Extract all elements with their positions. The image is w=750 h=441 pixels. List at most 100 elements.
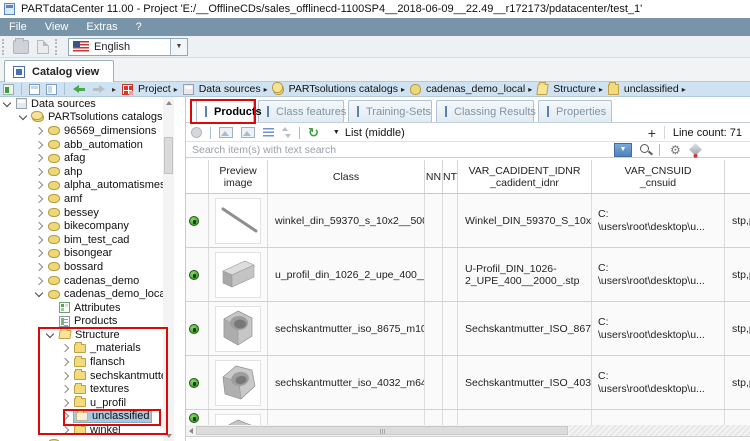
menu-extras[interactable]: Extras xyxy=(77,18,126,36)
chevron-right-icon[interactable] xyxy=(34,262,44,272)
tree-item-bikecompany[interactable]: bikecompany xyxy=(0,219,163,233)
chevron-right-icon[interactable] xyxy=(34,167,44,177)
column-header-preview[interactable]: Preview image xyxy=(209,160,268,193)
breadcrumb-item-data-sources[interactable]: Data sources ▸ xyxy=(180,83,270,95)
tab-catalog-view[interactable]: Catalog view xyxy=(4,60,115,82)
breadcrumb-caret[interactable]: ▸ xyxy=(112,85,116,94)
tree-scrollbar-thumb[interactable] xyxy=(164,137,173,174)
single-pane-icon[interactable] xyxy=(29,83,40,95)
sort-icon[interactable] xyxy=(282,127,291,138)
chevron-right-icon[interactable] xyxy=(34,181,44,190)
chevron-right-icon[interactable] xyxy=(34,208,44,217)
tree-item-bim-test-cad[interactable]: bim_test_cad xyxy=(0,233,163,247)
chevron-right-icon[interactable] xyxy=(34,235,44,244)
tree-item-flansch[interactable]: flansch xyxy=(0,355,163,369)
list-view-icon[interactable] xyxy=(263,128,274,137)
chevron-right-icon[interactable] xyxy=(34,153,44,163)
column-header-lock[interactable] xyxy=(186,160,209,193)
chevron-right-icon[interactable] xyxy=(60,371,70,380)
chevron-down-icon[interactable] xyxy=(2,98,12,108)
add-button[interactable]: + xyxy=(640,125,664,141)
tree-item-cadenas-demo-local[interactable]: cadenas_demo_local xyxy=(0,287,163,301)
tree-item-winkel[interactable]: winkel xyxy=(0,423,163,437)
search-dropdown-button[interactable]: ▼ xyxy=(614,142,632,157)
chevron-right-icon[interactable] xyxy=(34,249,44,258)
tree-item-96569-dimensions[interactable]: 96569_dimensions xyxy=(0,124,163,138)
tree-item-partsolutions-catalogs[interactable]: PARTsolutions catalogs xyxy=(0,110,163,125)
column-header-cnsuid[interactable]: VAR_CNSUID _cnsuid xyxy=(592,160,725,193)
tree-item-amf[interactable]: amf xyxy=(0,192,163,206)
refresh-icon[interactable]: ↻ xyxy=(308,126,319,139)
tab-properties[interactable]: Properties xyxy=(538,100,612,122)
filter-icon[interactable] xyxy=(688,143,702,156)
tree-item-alpha-automatismes[interactable]: alpha_automatismes xyxy=(0,179,163,193)
column-header-cadident[interactable]: VAR_CADIDENT_IDNR _cadident_idnr xyxy=(458,160,592,193)
column-header-class[interactable]: Class xyxy=(268,160,425,193)
tree-item-bessey[interactable]: bessey xyxy=(0,206,163,220)
chevron-right-icon[interactable] xyxy=(34,126,44,136)
table-row[interactable]: u_profil_din_1026_2_upe_400__2000_.stp.p… xyxy=(186,248,750,302)
tab-class-features[interactable]: Class features xyxy=(258,100,346,122)
tab-classing-results[interactable]: Classing Results xyxy=(436,100,536,122)
import-image-icon[interactable] xyxy=(241,127,255,138)
table-row-partial[interactable] xyxy=(186,410,750,425)
tree-item-products[interactable]: Products xyxy=(0,315,163,329)
tree-item-data-sources[interactable]: Data sources xyxy=(0,97,163,111)
tree-item-abb-automation[interactable]: abb_automation xyxy=(0,138,163,152)
chevron-right-icon[interactable] xyxy=(60,425,70,435)
scrollbar-thumb[interactable] xyxy=(196,426,568,435)
scrollbar-track[interactable] xyxy=(569,425,750,436)
table-horizontal-scrollbar[interactable] xyxy=(186,425,750,436)
menu-help[interactable]: ? xyxy=(127,18,151,36)
breadcrumb-item-partsolutions-catalogs[interactable]: PARTsolutions catalogs ▸ xyxy=(270,81,407,95)
gear-icon[interactable]: ⚙ xyxy=(670,143,681,157)
tree-item-attributes[interactable]: Attributes xyxy=(0,301,163,315)
chevron-right-icon[interactable] xyxy=(34,140,44,149)
scroll-left-icon[interactable] xyxy=(186,425,196,436)
language-dropdown-button[interactable]: ▼ xyxy=(170,38,187,55)
breadcrumb-item-unclassified[interactable]: unclassified ▸ xyxy=(605,81,688,95)
chevron-right-icon[interactable] xyxy=(60,398,70,408)
chevron-right-icon[interactable] xyxy=(34,221,44,231)
back-arrow-icon[interactable] xyxy=(72,84,86,94)
tree-item-u-profil[interactable]: u_profil xyxy=(0,396,163,410)
tree-item-bisongear[interactable]: bisongear xyxy=(0,247,163,261)
menu-file[interactable]: File xyxy=(0,18,36,36)
search-input[interactable] xyxy=(186,142,614,157)
scroll-up-icon[interactable] xyxy=(163,97,174,108)
split-pane-icon[interactable] xyxy=(46,83,57,95)
chevron-down-icon[interactable] xyxy=(18,112,28,121)
search-icon[interactable] xyxy=(640,144,649,153)
tab-training-sets[interactable]: Training-Sets xyxy=(348,100,432,122)
breadcrumb-item-project[interactable]: Project ▸ xyxy=(119,83,180,95)
chevron-right-icon[interactable] xyxy=(60,357,70,367)
tree-item-ahp[interactable]: ahp xyxy=(0,165,163,179)
column-header-nt[interactable]: NT xyxy=(443,160,458,193)
language-select[interactable]: English ▼ xyxy=(68,37,188,56)
tree-item-partial[interactable] xyxy=(0,437,163,441)
view-mode-caret-icon[interactable]: ▼ xyxy=(333,129,340,136)
chevron-right-icon[interactable] xyxy=(60,412,70,421)
table-row[interactable]: winkel_din_59370_s_10x2__500_.stp.prj Wi… xyxy=(186,194,750,248)
tree-item-structure[interactable]: Structure xyxy=(0,328,163,342)
tree-item-materials[interactable]: _materials xyxy=(0,341,163,356)
tree-item-afag[interactable]: afag xyxy=(0,151,163,165)
tree-item-unclassified[interactable]: unclassified xyxy=(0,409,163,424)
chevron-down-icon[interactable] xyxy=(45,329,55,339)
chevron-down-icon[interactable] xyxy=(34,288,44,298)
new-project-icon[interactable] xyxy=(37,39,49,54)
scroll-down-icon[interactable] xyxy=(163,430,174,441)
tab-products[interactable]: Products xyxy=(196,99,262,123)
breadcrumb-item-cadenas-demo-local[interactable]: cadenas_demo_local ▸ xyxy=(407,83,534,95)
tree-item-sechskantmutter[interactable]: sechskantmutter xyxy=(0,369,163,383)
breadcrumb-item-structure[interactable]: Structure ▸ xyxy=(534,83,605,95)
table-row[interactable]: sechskantmutter_iso_4032_m64.stp.prj Sec… xyxy=(186,356,750,410)
tree-item-cadenas-demo[interactable]: cadenas_demo xyxy=(0,274,163,288)
chevron-right-icon[interactable] xyxy=(34,194,44,204)
toggle-tree-icon[interactable] xyxy=(3,83,14,95)
chevron-right-icon[interactable] xyxy=(34,276,44,285)
tree-item-textures[interactable]: textures xyxy=(0,382,163,396)
table-row[interactable]: sechskantmutter_iso_8675_m10x1.stp.prj S… xyxy=(186,302,750,356)
tree-item-bossard[interactable]: bossard xyxy=(0,260,163,274)
column-header-formats[interactable] xyxy=(725,160,750,193)
